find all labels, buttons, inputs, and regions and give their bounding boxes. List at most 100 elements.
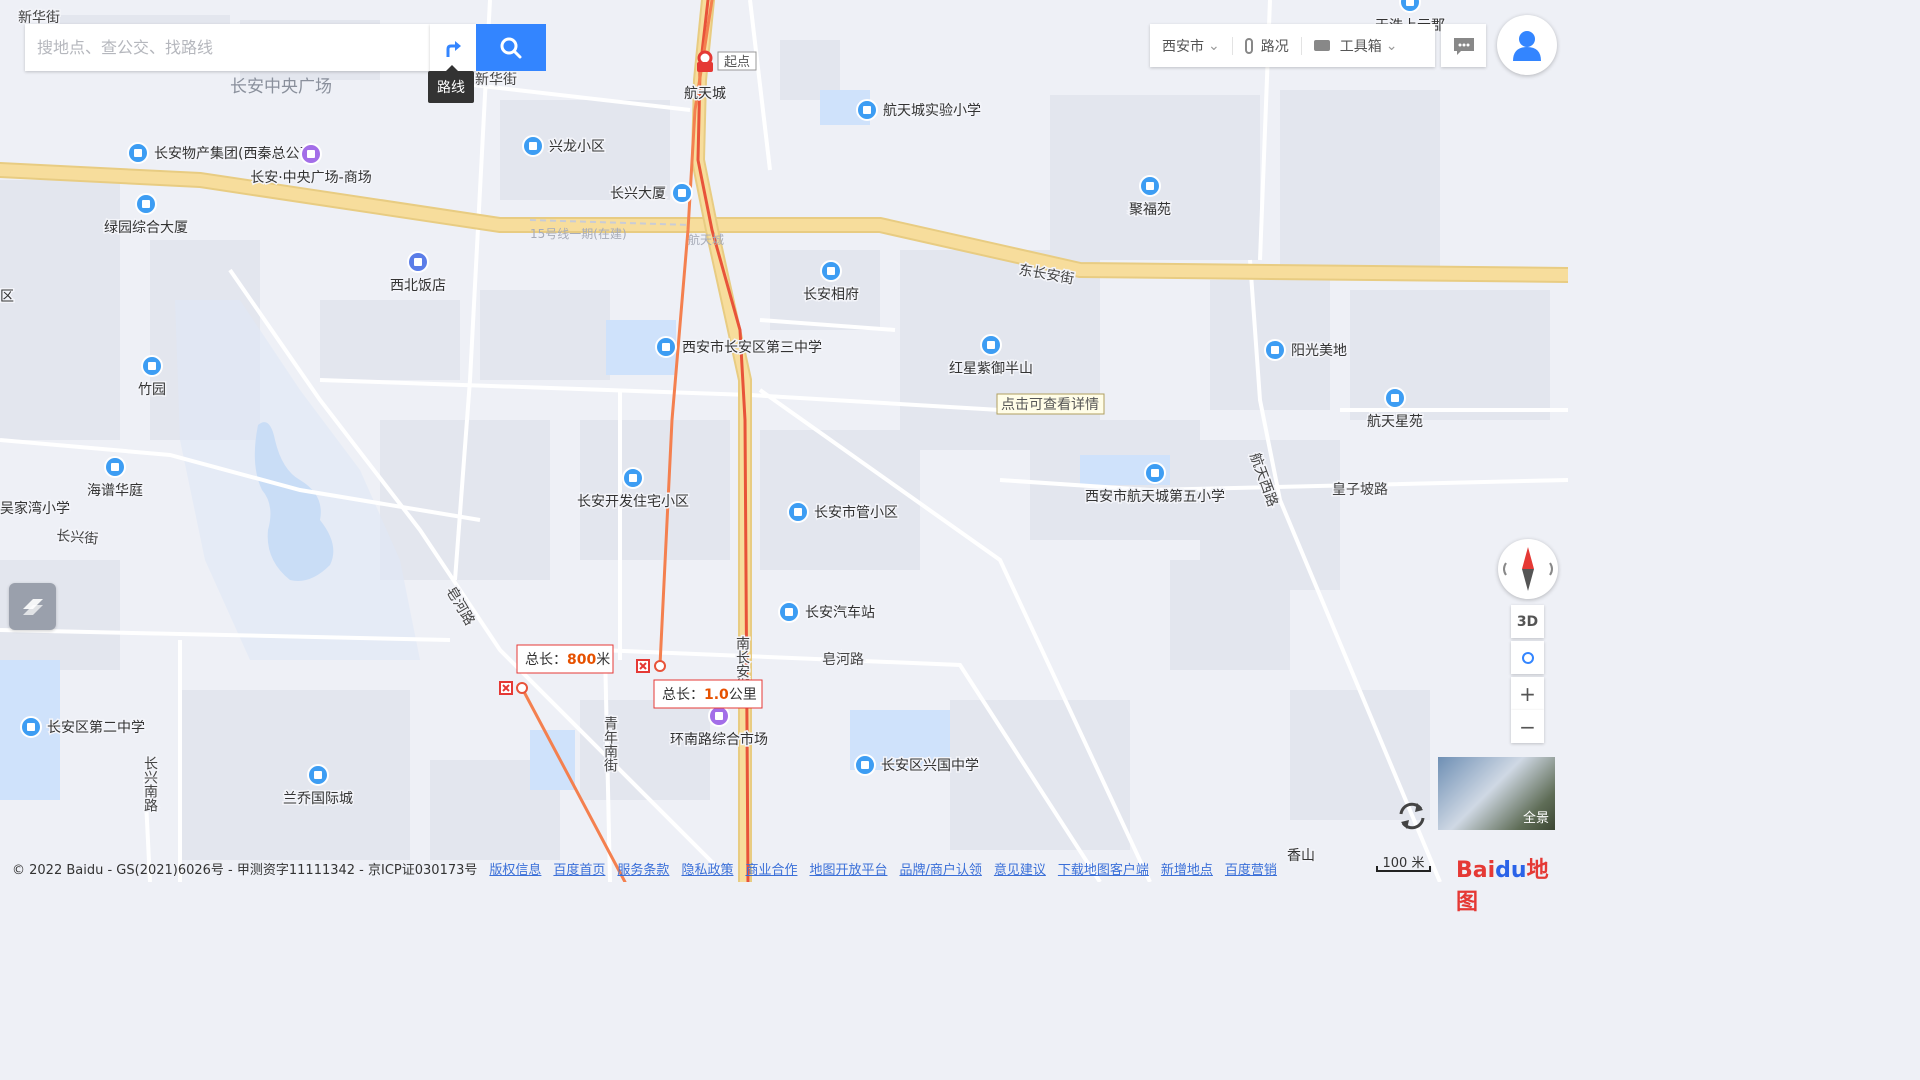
compass-control[interactable] [1498, 539, 1558, 599]
residential-icon-glyph [629, 474, 637, 482]
residential-icon-glyph [314, 771, 322, 779]
poi-label: 长安开发住宅小区 [577, 494, 689, 510]
poi-label: 兰乔国际城 [283, 791, 353, 807]
traffic-light-icon [1244, 37, 1253, 54]
footer-link[interactable]: 地图开放平台 [809, 859, 887, 878]
school-icon-glyph [662, 343, 670, 351]
city-selector[interactable]: 西安市 ⌄ [1150, 24, 1232, 67]
route-button[interactable] [430, 24, 476, 71]
measure-label-1km: 总长：1.0公里 [653, 679, 763, 709]
building-icon-glyph [142, 200, 150, 208]
map-canvas[interactable]: 起点 长安中央广场 新华街 新华街 东长安街 航天西路 皇子坡路 皂河路 皂河路… [0, 0, 1568, 882]
poi-marker[interactable]: 兴龙小区 [522, 135, 607, 157]
footer-link[interactable]: 下载地图客户端 [1058, 859, 1149, 878]
poi-label: 兴龙小区 [549, 139, 605, 155]
search-box [25, 24, 430, 71]
road-label: 长兴街 [56, 528, 99, 548]
footer-link[interactable]: 百度首页 [553, 859, 605, 878]
poi-marker[interactable]: 航天城 [683, 85, 728, 104]
road-label: 皂河路 [822, 652, 864, 668]
message-button[interactable] [1441, 24, 1486, 67]
road-label: 皇子坡路 [1332, 482, 1388, 498]
metro-station-label: 航天城 [688, 232, 724, 247]
poi-marker[interactable]: 海谱华庭 [86, 456, 145, 501]
poi-marker[interactable]: 长安市管小区 [787, 501, 900, 523]
footer-link[interactable]: 百度营销 [1225, 859, 1277, 878]
footer-link[interactable]: 版权信息 [489, 859, 541, 878]
search-button[interactable] [476, 24, 546, 71]
start-marker[interactable]: 起点 [697, 50, 757, 72]
poi-label: 西安市航天城第五小学 [1085, 488, 1225, 505]
poi-marker[interactable]: 西北饭店 [389, 251, 448, 296]
poi-label: 航天星苑 [1367, 414, 1423, 430]
traffic-label: 路况 [1260, 38, 1289, 55]
refresh-icon[interactable] [1393, 797, 1431, 835]
zoom-in-button[interactable]: + [1511, 677, 1544, 710]
poi-label: 长安汽车站 [805, 604, 875, 621]
search-icon [500, 37, 522, 58]
residential-icon-glyph [1271, 346, 1279, 354]
road-label: 新华街 [475, 72, 517, 88]
toolbox-button[interactable]: 工具箱 ⌄ [1302, 24, 1410, 67]
poi-label: 海谱华庭 [87, 482, 143, 499]
panorama-thumbnail[interactable]: 全景 [1438, 757, 1555, 830]
region-edge-label: 区 [0, 289, 14, 305]
footer-link[interactable]: 商业合作 [745, 859, 797, 878]
poi-marker[interactable]: 阳光美地 [1264, 339, 1349, 361]
chevron-down-icon: ⌄ [1208, 37, 1220, 54]
traffic-button[interactable]: 路况 [1233, 24, 1301, 67]
poi-marker[interactable]: 长安汽车站 [778, 601, 877, 623]
toolbox-label: 工具箱 [1339, 38, 1382, 55]
poi-marker[interactable]: 长安物产集团(西秦总公司) [127, 142, 320, 164]
residential-icon-glyph [1406, 0, 1414, 6]
svg-text:总长：800米: 总长：800米 [525, 652, 610, 668]
user-avatar[interactable] [1497, 15, 1557, 75]
copyright-text: © 2022 Baidu - GS(2021)6026号 - 甲测资字11111… [12, 862, 478, 878]
poi-label: 长安物产集团(西秦总公司) [154, 145, 319, 162]
poi-marker[interactable]: 西安市长安区第三中学 [655, 336, 824, 358]
residential-icon-glyph [987, 341, 995, 349]
panorama-label: 全景 [1522, 811, 1549, 826]
footer-link[interactable]: 意见建议 [994, 859, 1046, 878]
detail-hint[interactable]: 点击可查看详情 [996, 393, 1105, 415]
poi-label: 长安区第二中学 [47, 719, 145, 736]
footer-link[interactable]: 新增地点 [1161, 859, 1213, 878]
route-tooltip: 路线 [428, 65, 474, 103]
layer-switch-button[interactable] [9, 583, 56, 630]
school-icon-glyph [27, 723, 35, 731]
residential-icon-glyph [1391, 394, 1399, 402]
building-icon-glyph [134, 149, 142, 157]
3d-button[interactable]: 3D [1511, 605, 1544, 638]
school-icon-glyph [861, 761, 869, 769]
poi-label: 长安相府 [803, 287, 859, 303]
shopping-icon-glyph [715, 712, 723, 720]
poi-label: 香山 [1287, 848, 1315, 864]
locate-button[interactable] [1511, 641, 1544, 674]
poi-label: 航天城 [684, 86, 726, 102]
baidu-map-logo[interactable]: Baidu地图 [1456, 852, 1568, 916]
user-icon [1513, 31, 1541, 61]
search-input[interactable] [25, 24, 419, 71]
area-label: 长安中央广场 [230, 77, 332, 97]
poi-marker[interactable]: 吴家湾小学 [0, 499, 72, 519]
footer-link[interactable]: 服务条款 [617, 859, 669, 878]
zoom-out-button[interactable]: − [1511, 710, 1544, 743]
poi-marker[interactable]: 香山 [1286, 847, 1317, 866]
residential-icon-glyph [1146, 182, 1154, 190]
poi-marker[interactable]: 航天城实验小学 [856, 99, 983, 121]
footer-link[interactable]: 隐私政策 [681, 859, 733, 878]
poi-label: 环南路综合市场 [670, 731, 768, 748]
road-label: 长兴南路 [142, 756, 158, 812]
locate-icon [1521, 651, 1534, 664]
poi-label: 红星紫御半山 [949, 361, 1033, 377]
message-icon [1453, 37, 1474, 55]
layers-icon [22, 598, 43, 615]
poi-marker[interactable]: 长兴大厦 [609, 182, 693, 204]
school-icon-glyph [1151, 469, 1159, 477]
residential-icon-glyph [529, 142, 537, 150]
svg-text:点击可查看详情: 点击可查看详情 [1001, 397, 1099, 413]
poi-label: 竹园 [138, 382, 166, 398]
svg-text:总长：1.0公里: 总长：1.0公里 [662, 687, 757, 703]
top-toolbar: 西安市 ⌄ 路况 工具箱 ⌄ [1150, 24, 1435, 67]
footer-link[interactable]: 品牌/商户认领 [899, 859, 981, 878]
